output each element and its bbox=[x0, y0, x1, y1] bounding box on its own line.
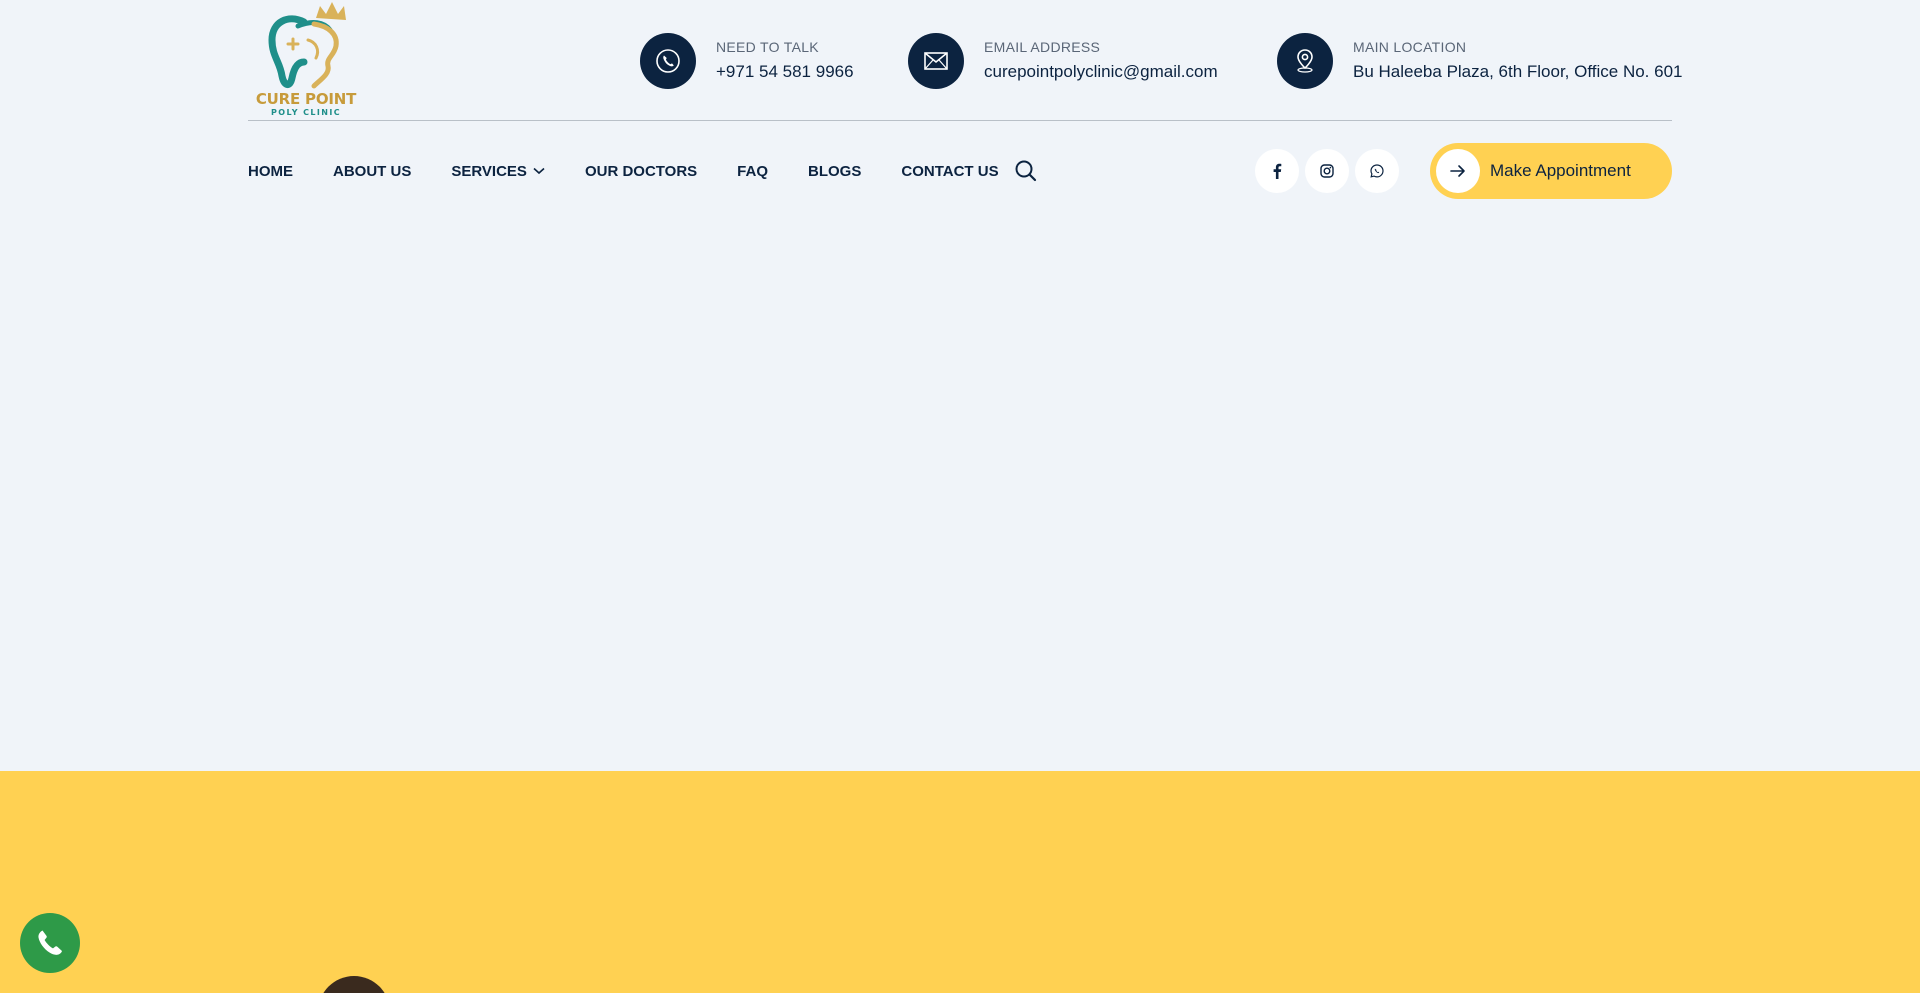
phone-label: NEED TO TALK bbox=[716, 39, 819, 55]
location-value: Bu Haleeba Plaza, 6th Floor, Office No. … bbox=[1353, 62, 1683, 81]
contact-email[interactable]: EMAIL ADDRESS curepointpolyclinic@gmail.… bbox=[908, 33, 1218, 89]
make-appointment-button[interactable]: Make Appointment bbox=[1430, 143, 1672, 199]
facebook-icon[interactable] bbox=[1255, 149, 1299, 193]
logo-tagline: POLY CLINIC bbox=[271, 108, 341, 117]
main-nav: HOME ABOUT US SERVICES OUR DOCTORS FAQ B… bbox=[248, 160, 1039, 182]
nav-services-label: SERVICES bbox=[451, 162, 527, 180]
email-label: EMAIL ADDRESS bbox=[984, 39, 1101, 55]
arrow-right-icon bbox=[1436, 149, 1480, 193]
nav-our-doctors[interactable]: OUR DOCTORS bbox=[585, 163, 697, 180]
nav-blogs[interactable]: BLOGS bbox=[808, 163, 861, 180]
tooth-logo-icon bbox=[268, 2, 346, 89]
nav-doctors-label: OUR DOCTORS bbox=[584, 162, 698, 180]
location-label: MAIN LOCATION bbox=[1353, 39, 1467, 55]
nav-faq[interactable]: FAQ bbox=[737, 163, 768, 180]
whatsapp-icon[interactable] bbox=[1355, 149, 1399, 193]
mail-icon bbox=[908, 33, 964, 89]
logo-title: CURE POINT bbox=[255, 90, 357, 108]
make-appointment-label: Make Appointment bbox=[1490, 161, 1631, 180]
contact-location[interactable]: MAIN LOCATION Bu Haleeba Plaza, 6th Floo… bbox=[1277, 33, 1683, 89]
hero-banner bbox=[0, 771, 1920, 993]
nav-blogs-label: BLOGS bbox=[808, 162, 862, 180]
nav-faq-label: FAQ bbox=[737, 162, 769, 180]
nav-services[interactable]: SERVICES bbox=[451, 163, 545, 180]
nav-home-label: HOME bbox=[248, 162, 293, 180]
header-divider bbox=[248, 120, 1672, 121]
phone-icon bbox=[38, 930, 62, 955]
nav-home[interactable]: HOME bbox=[248, 163, 293, 180]
phone-icon bbox=[640, 33, 696, 89]
nav-about-us[interactable]: ABOUT US bbox=[333, 163, 411, 180]
chevron-down-icon bbox=[533, 167, 545, 175]
instagram-icon[interactable] bbox=[1305, 149, 1349, 193]
phone-value[interactable]: +971 54 581 9966 bbox=[716, 60, 854, 84]
hero-image bbox=[318, 976, 390, 993]
map-pin-icon bbox=[1277, 33, 1333, 89]
email-value[interactable]: curepointpolyclinic@gmail.com bbox=[984, 60, 1218, 84]
search-icon[interactable] bbox=[1014, 159, 1038, 183]
floating-call-button[interactable] bbox=[20, 913, 80, 973]
contact-phone[interactable]: NEED TO TALK +971 54 581 9966 bbox=[640, 33, 854, 89]
nav-contact-us[interactable]: CONTACT US bbox=[901, 163, 998, 180]
logo[interactable]: CURE POINT POLY CLINIC bbox=[248, 0, 364, 120]
page: CURE POINT POLY CLINIC NEED TO TALK +971… bbox=[0, 0, 1920, 993]
nav-about-label: ABOUT US bbox=[333, 162, 412, 180]
nav-contact-label: CONTACT US bbox=[901, 162, 999, 180]
